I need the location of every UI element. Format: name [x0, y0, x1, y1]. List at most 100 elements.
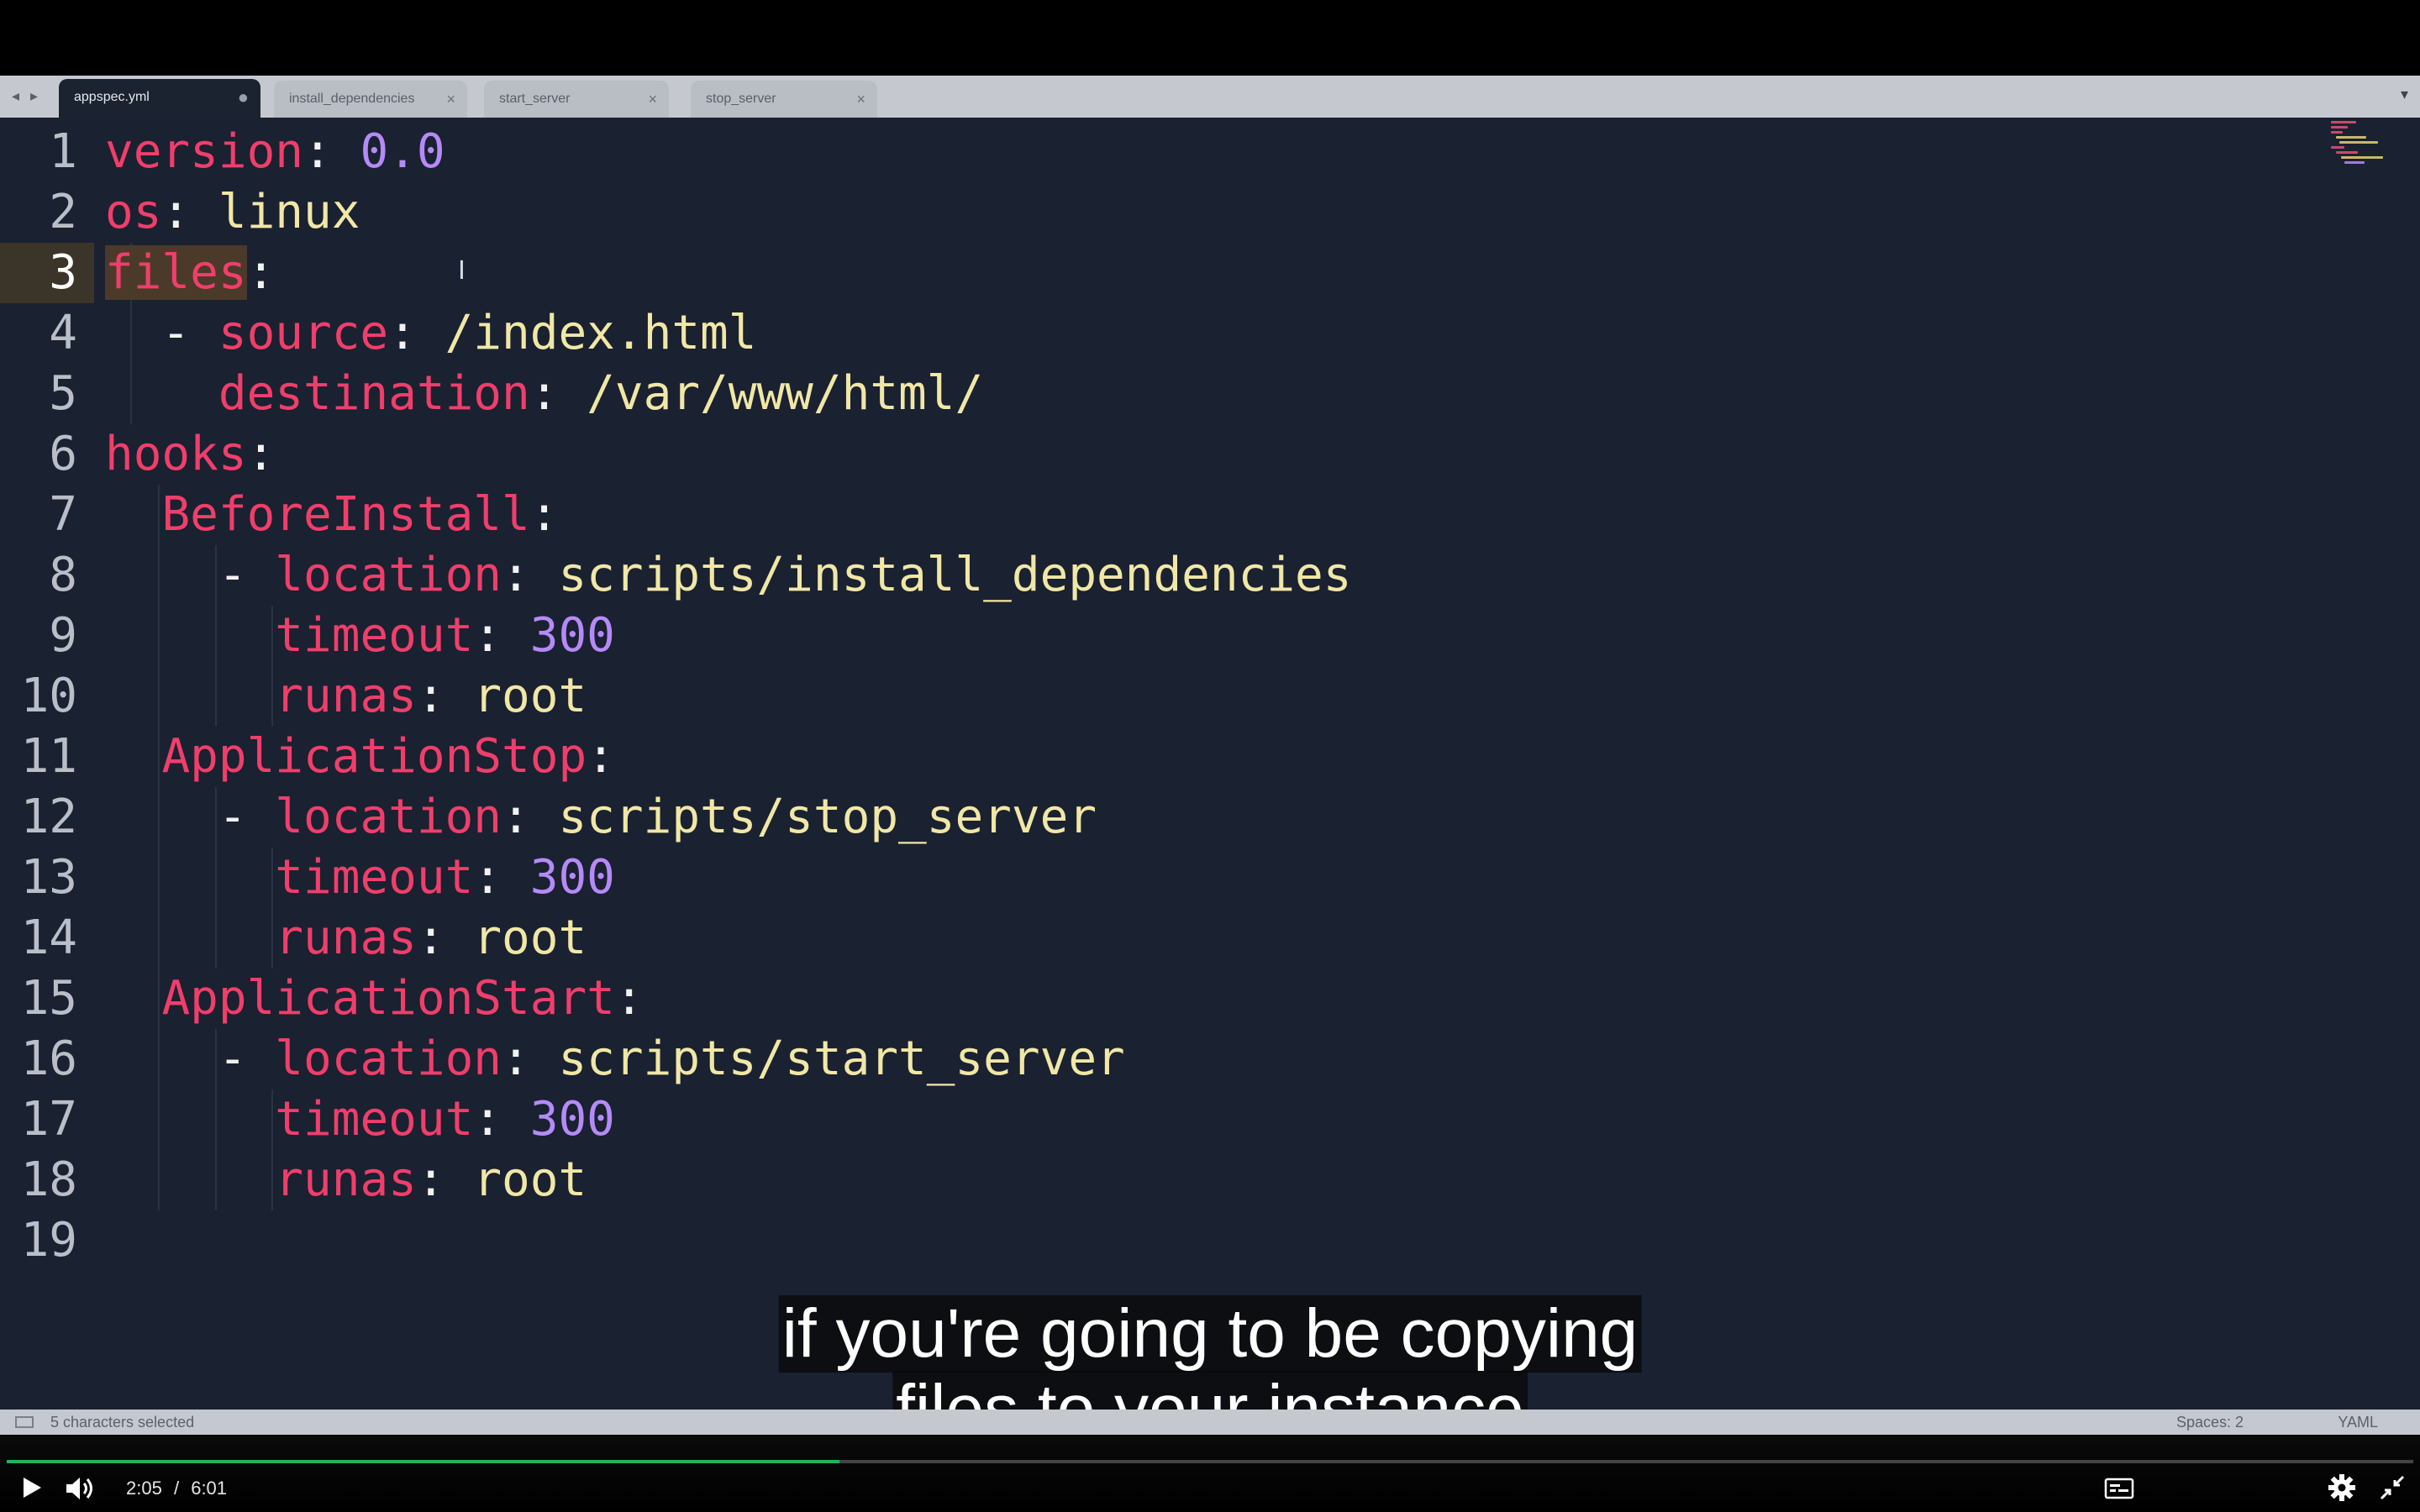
panel-toggle-icon[interactable]	[15, 1416, 34, 1428]
code-token: :	[246, 427, 276, 481]
tab-start-server[interactable]: start_server ×	[484, 81, 669, 118]
tab-nav-arrows-icon[interactable]: ◂ ▸	[12, 87, 41, 105]
code-token: 300	[529, 1092, 615, 1147]
captions-icon[interactable]	[2104, 1477, 2134, 1500]
code-line[interactable]: runas: root	[105, 666, 587, 727]
code-token: timeout	[275, 1092, 474, 1147]
code-line[interactable]: timeout: 300	[105, 606, 615, 666]
chevron-down-icon[interactable]: ▾	[2401, 86, 2408, 103]
code-token: scripts/stop_server	[558, 790, 1097, 844]
code-line[interactable]: - location: scripts/install_dependencies	[105, 545, 1352, 606]
close-icon[interactable]: ×	[446, 81, 455, 118]
code-token: :	[502, 548, 559, 602]
code-token: hooks	[105, 427, 247, 481]
play-icon[interactable]	[18, 1475, 44, 1500]
tab-stop-server[interactable]: stop_server ×	[691, 81, 877, 118]
code-line[interactable]: timeout: 300	[105, 848, 615, 908]
code-token: :	[416, 669, 474, 723]
code-token: :	[246, 245, 276, 300]
code-line[interactable]: destination: /var/www/html/	[105, 364, 983, 424]
code-token: -	[105, 1032, 276, 1086]
exit-fullscreen-icon[interactable]	[2378, 1473, 2407, 1502]
code-editor[interactable]: 1 2 3 4 5 6 7 8 9 10 11 12 13 14 15 16 17 18 19 version: 0…	[0, 118, 2420, 1410]
code-token: :	[473, 850, 530, 905]
line-number: 18	[20, 1152, 77, 1207]
code-token: :	[529, 366, 587, 421]
close-icon[interactable]: ×	[648, 81, 657, 118]
i-beam-cursor-icon: I	[458, 256, 466, 286]
code-token: root	[473, 669, 587, 723]
code-token: 300	[529, 850, 615, 905]
code-token: runas	[275, 669, 417, 723]
close-icon[interactable]: ×	[856, 81, 865, 118]
code-line[interactable]: - source: /index.html	[105, 303, 756, 364]
code-token: scripts/install_dependencies	[558, 548, 1352, 602]
code-token: :	[473, 1092, 530, 1147]
volume-icon[interactable]	[64, 1475, 97, 1502]
tab-label: start_server	[499, 92, 571, 106]
code-token: files	[105, 245, 247, 300]
progress-bar[interactable]	[7, 1460, 2413, 1463]
code-token: timeout	[275, 608, 474, 663]
tab-label: stop_server	[706, 92, 776, 106]
line-number: 15	[20, 971, 77, 1026]
code-line[interactable]: ApplicationStart:	[105, 969, 643, 1029]
code-token: ApplicationStart	[161, 971, 615, 1026]
code-line[interactable]: timeout: 300	[105, 1089, 615, 1150]
minimap[interactable]	[2319, 121, 2386, 168]
code-token: ApplicationStop	[161, 729, 587, 784]
duration: 6:01	[191, 1478, 228, 1499]
line-number: 3	[0, 243, 94, 303]
line-number: 4	[49, 306, 77, 360]
tab-appspec-yml[interactable]: appspec.yml ●	[59, 79, 260, 118]
code-line[interactable]: runas: root	[105, 1150, 587, 1210]
code-token: -	[105, 548, 276, 602]
code-token: 300	[529, 608, 615, 663]
progress-bar-fill	[7, 1460, 839, 1463]
code-token: location	[275, 1032, 502, 1086]
code-token: BeforeInstall	[161, 487, 530, 542]
code-line[interactable]: version: 0.0	[105, 122, 445, 182]
code-line[interactable]: - location: scripts/start_server	[105, 1029, 1125, 1089]
code-line[interactable]: files:	[105, 243, 275, 303]
line-number: 10	[20, 669, 77, 723]
line-number: 2	[49, 185, 77, 239]
code-token: os	[105, 185, 162, 239]
tab-label: install_dependencies	[289, 92, 415, 106]
code-line[interactable]: BeforeInstall:	[105, 485, 558, 545]
line-number: 13	[20, 850, 77, 905]
unsaved-dot-icon[interactable]: ●	[238, 79, 249, 116]
time-display: 2:05 / 6:01	[126, 1477, 227, 1500]
code-token: :	[502, 790, 559, 844]
line-number: 6	[49, 427, 77, 481]
tab-install-dependencies[interactable]: install_dependencies ×	[274, 81, 467, 118]
code-token: destination	[218, 366, 530, 421]
code-line[interactable]: - location: scripts/stop_server	[105, 787, 1097, 848]
editor-status-bar: 5 characters selected Spaces: 2 YAML	[0, 1410, 2420, 1435]
code-token: :	[473, 608, 530, 663]
code-token: :	[161, 185, 218, 239]
code-token: root	[473, 911, 587, 965]
code-line[interactable]: hooks:	[105, 424, 275, 485]
line-number: 8	[49, 548, 77, 602]
code-line[interactable]: runas: root	[105, 908, 587, 969]
code-line[interactable]: os: linux	[105, 182, 360, 243]
indentation-status[interactable]: Spaces: 2	[2176, 1410, 2244, 1435]
code-token: :	[388, 306, 445, 360]
code-token: location	[275, 790, 502, 844]
code-line[interactable]: ApplicationStop:	[105, 727, 615, 787]
time-separator: /	[173, 1478, 180, 1499]
line-number: 7	[49, 487, 77, 542]
settings-icon[interactable]	[2328, 1473, 2356, 1502]
code-token: :	[587, 729, 615, 784]
code-token: linux	[218, 185, 360, 239]
code-token: :	[502, 1032, 559, 1086]
line-number: 12	[20, 790, 77, 844]
syntax-status[interactable]: YAML	[2338, 1410, 2378, 1435]
